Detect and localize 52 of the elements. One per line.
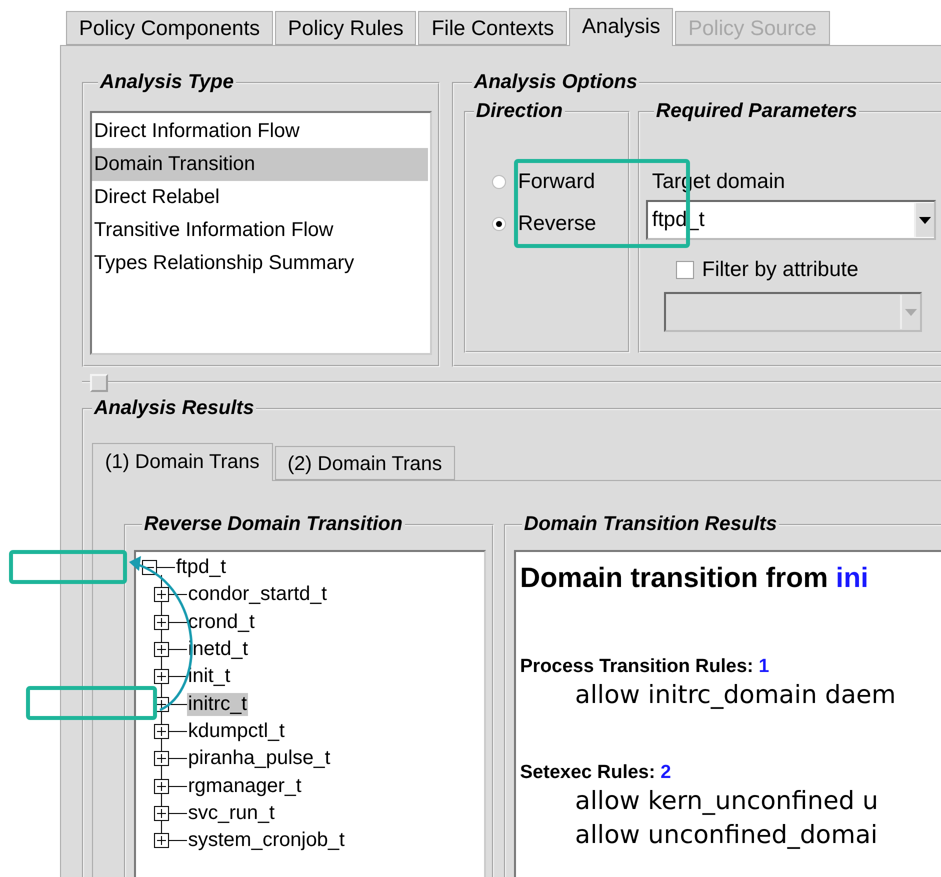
list-item[interactable]: Domain Transition [92, 148, 428, 181]
list-item[interactable]: Types Relationship Summary [92, 247, 428, 280]
list-item[interactable]: Direct Relabel [92, 181, 428, 214]
expand-icon[interactable] [154, 587, 169, 602]
radio-button[interactable] [492, 175, 506, 189]
group-title: Analysis Type [98, 71, 235, 94]
rule-text: allow kern_unconfined u [574, 785, 880, 817]
group-title: Required Parameters [655, 100, 858, 123]
tab[interactable]: (1) Domain Trans [92, 443, 272, 481]
tree-item[interactable]: ftpd_t [175, 556, 228, 580]
checkbox[interactable] [676, 261, 694, 279]
tree-item[interactable]: kdumpctl_t [187, 720, 286, 743]
expand-icon[interactable] [154, 778, 169, 794]
tab[interactable]: File Contexts [418, 11, 568, 45]
tree-item[interactable]: crond_t [187, 610, 256, 634]
tree-item[interactable]: initrc_t [187, 692, 248, 716]
tree-item[interactable]: piranha_pulse_t [187, 747, 332, 770]
tab[interactable]: Policy Rules [274, 11, 416, 45]
section-title: Setexec Rules: 2 [520, 762, 672, 784]
checkbox-label: Filter by attribute [702, 258, 858, 282]
radio-label: Reverse [518, 212, 596, 236]
pane-sash-handle[interactable] [90, 374, 108, 392]
group-title: Reverse Domain Transition [143, 513, 404, 536]
dropdown-arrow-icon [905, 308, 917, 316]
tab[interactable]: Policy Components [66, 11, 273, 45]
tree-item[interactable]: condor_startd_t [187, 583, 328, 606]
list-item[interactable]: Transitive Information Flow [92, 214, 428, 247]
rule-text: allow unconfined_domai [574, 819, 879, 851]
list-item[interactable]: Direct Information Flow [92, 115, 428, 148]
tree-item[interactable]: svc_run_t [187, 802, 276, 825]
expand-icon[interactable] [154, 751, 169, 766]
results-heading: Domain transition from ini [520, 562, 870, 594]
dropdown-arrow-icon [919, 216, 931, 224]
group-title: Analysis Options [472, 71, 638, 94]
group-title: Analysis Results [92, 397, 256, 420]
tab[interactable]: Analysis [569, 8, 674, 46]
group-title: Direction [475, 100, 564, 123]
section-title: Process Transition Rules: 1 [520, 656, 770, 678]
rule-text: allow initrc_domain daem [574, 679, 897, 711]
tree-item[interactable]: init_t [187, 665, 232, 688]
expand-icon[interactable] [154, 642, 169, 658]
group-title: Domain Transition Results [523, 513, 778, 536]
expand-icon[interactable] [154, 806, 169, 821]
tree-item[interactable]: rgmanager_t [187, 774, 302, 798]
expand-icon[interactable] [154, 669, 169, 684]
expand-icon[interactable] [154, 833, 169, 848]
expand-icon[interactable] [154, 614, 169, 630]
radio-label: Forward [518, 170, 596, 194]
radio-button[interactable] [492, 217, 506, 231]
tree-item[interactable]: system_cronjob_t [187, 829, 346, 852]
tab[interactable]: (2) Domain Trans [274, 446, 455, 480]
expand-icon[interactable] [154, 724, 169, 739]
